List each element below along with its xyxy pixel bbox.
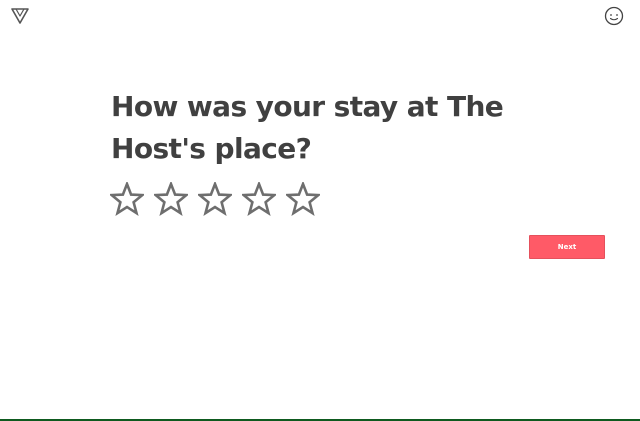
star-5-icon[interactable] [286,182,320,216]
next-button[interactable]: Next [529,235,605,259]
review-page: How was your stay at The Host's place? N… [0,0,640,421]
star-3-icon[interactable] [198,182,232,216]
star-1-icon[interactable] [110,182,144,216]
star-2-icon[interactable] [154,182,188,216]
star-4-icon[interactable] [242,182,276,216]
star-rating [110,182,320,216]
triangle-logo-icon[interactable] [10,7,30,25]
smiley-face-icon[interactable] [604,6,624,26]
review-question: How was your stay at The Host's place? [111,90,504,165]
